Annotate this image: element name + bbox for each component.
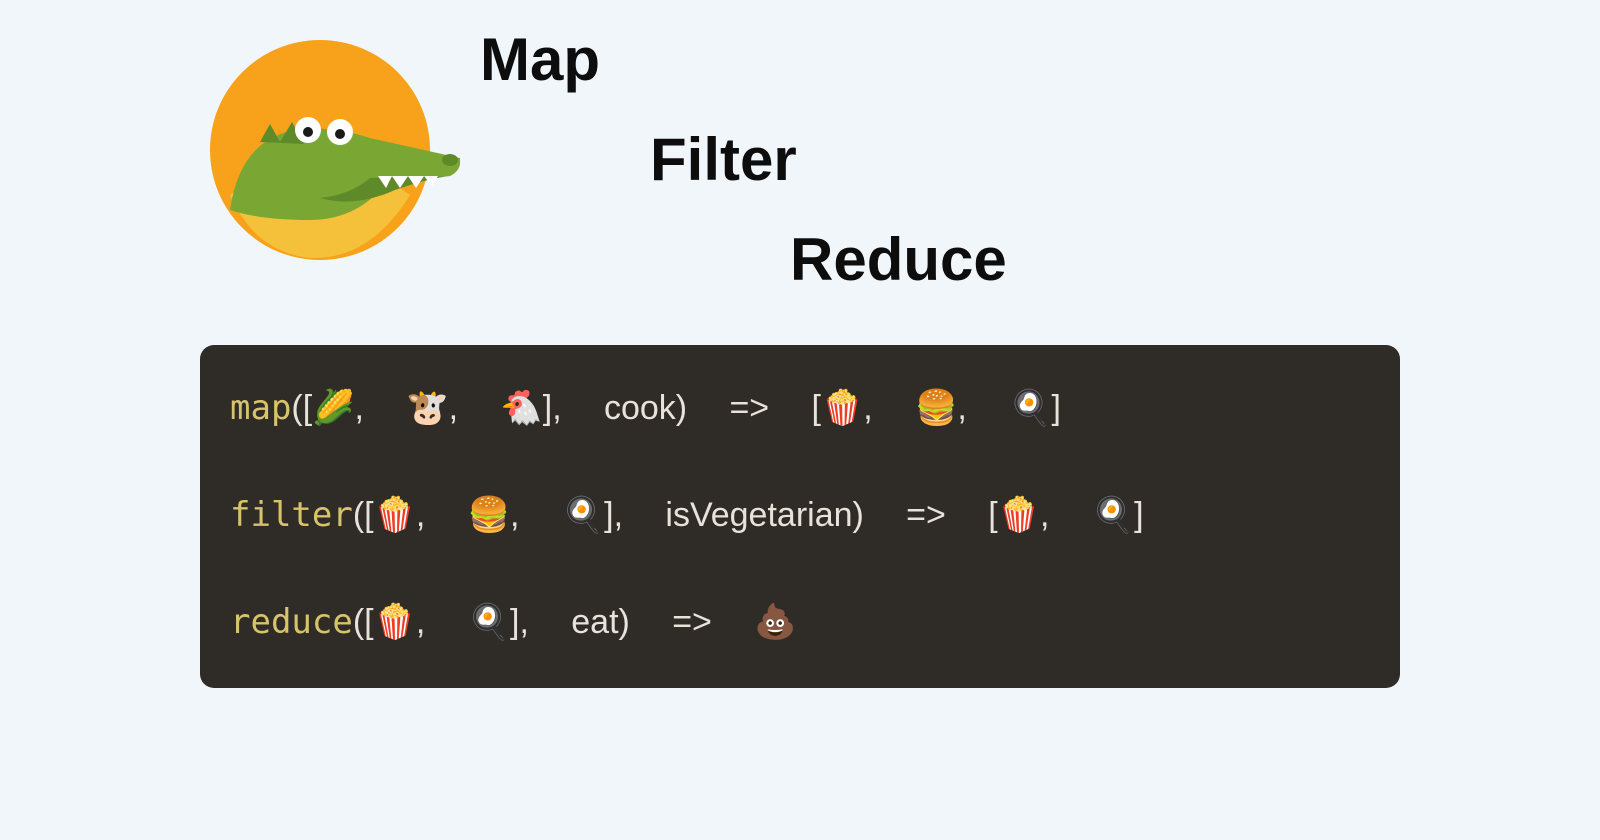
- code-fn-map: map: [230, 388, 291, 428]
- code-rest-map: ([🌽, 🐮, 🐔], cook) => [🍿, 🍔, 🍳]: [291, 388, 1061, 428]
- code-block: map([🌽, 🐮, 🐔], cook) => [🍿, 🍔, 🍳] filter…: [200, 345, 1400, 688]
- alligator-logo: [200, 20, 450, 270]
- title-filter: Filter: [650, 130, 797, 190]
- code-line-map: map([🌽, 🐮, 🐔], cook) => [🍿, 🍔, 🍳]: [230, 383, 1370, 434]
- code-fn-reduce: reduce: [230, 602, 353, 642]
- code-line-reduce: reduce([🍿, 🍳], eat) => 💩: [230, 597, 1370, 648]
- code-line-filter: filter([🍿, 🍔, 🍳], isVegetarian) => [🍿, 🍳…: [230, 490, 1370, 541]
- code-fn-filter: filter: [230, 495, 353, 535]
- code-rest-reduce: ([🍿, 🍳], eat) => 💩: [353, 602, 797, 642]
- title-map: Map: [480, 30, 600, 90]
- code-rest-filter: ([🍿, 🍔, 🍳], isVegetarian) => [🍿, 🍳]: [353, 495, 1144, 535]
- title-reduce: Reduce: [790, 230, 1007, 290]
- header: Map Filter Reduce: [200, 20, 480, 270]
